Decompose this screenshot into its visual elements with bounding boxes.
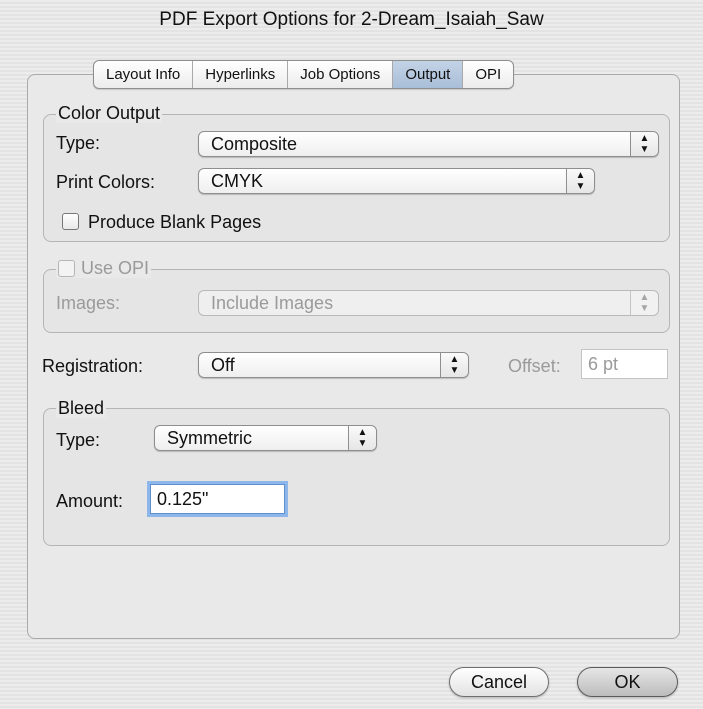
popup-arrows-icon: ▲ ▼ bbox=[630, 132, 658, 156]
use-opi-label: Use OPI bbox=[81, 258, 150, 278]
popup-arrows-icon: ▲ ▼ bbox=[440, 353, 468, 377]
popup-arrows-icon: ▲ ▼ bbox=[348, 426, 376, 450]
color-type-value: Composite bbox=[211, 134, 298, 154]
tab-opi[interactable]: OPI bbox=[463, 61, 513, 88]
tab-bar: Layout Info Hyperlinks Job Options Outpu… bbox=[93, 60, 515, 89]
popup-arrows-icon: ▲ ▼ bbox=[566, 169, 594, 193]
color-output-legend: Color Output bbox=[56, 103, 163, 123]
ok-button[interactable]: OK bbox=[577, 667, 678, 697]
registration-popup[interactable]: Off ▲ ▼ bbox=[198, 352, 469, 378]
opi-images-popup[interactable]: Include Images ▲ ▼ bbox=[198, 290, 659, 316]
tab-layout-info[interactable]: Layout Info bbox=[94, 61, 194, 88]
print-colors-value: CMYK bbox=[211, 171, 264, 191]
offset-field[interactable]: 6 pt bbox=[581, 349, 668, 379]
opi-images-value: Include Images bbox=[211, 293, 334, 313]
tab-hyperlinks[interactable]: Hyperlinks bbox=[193, 61, 289, 88]
cancel-button[interactable]: Cancel bbox=[449, 667, 549, 697]
color-type-label: Type: bbox=[56, 133, 101, 153]
opi-images-label: Images: bbox=[56, 293, 121, 313]
use-opi-checkbox[interactable] bbox=[58, 259, 75, 277]
bleed-type-popup[interactable]: Symmetric ▲ ▼ bbox=[154, 425, 377, 451]
bleed-type-value: Symmetric bbox=[167, 428, 252, 448]
color-type-popup[interactable]: Composite ▲ ▼ bbox=[198, 131, 659, 157]
produce-blank-pages-checkbox[interactable] bbox=[62, 213, 79, 230]
produce-blank-pages-label: Produce Blank Pages bbox=[88, 212, 262, 232]
bleed-legend: Bleed bbox=[56, 398, 107, 418]
print-colors-label: Print Colors: bbox=[56, 172, 156, 192]
registration-value: Off bbox=[211, 355, 235, 375]
bleed-amount-label: Amount: bbox=[56, 491, 124, 511]
bleed-amount-field[interactable]: 0.125" bbox=[150, 484, 285, 514]
registration-label: Registration: bbox=[42, 356, 144, 376]
tab-output[interactable]: Output bbox=[393, 61, 464, 88]
print-colors-popup[interactable]: CMYK ▲ ▼ bbox=[198, 168, 595, 194]
bleed-type-label: Type: bbox=[56, 430, 101, 450]
tab-job-options[interactable]: Job Options bbox=[288, 61, 394, 88]
window-title: PDF Export Options for 2-Dream_Isaiah_Sa… bbox=[159, 9, 544, 30]
opi-legend: Use OPI bbox=[56, 258, 152, 278]
offset-label: Offset: bbox=[508, 356, 561, 376]
popup-arrows-icon: ▲ ▼ bbox=[630, 291, 658, 315]
